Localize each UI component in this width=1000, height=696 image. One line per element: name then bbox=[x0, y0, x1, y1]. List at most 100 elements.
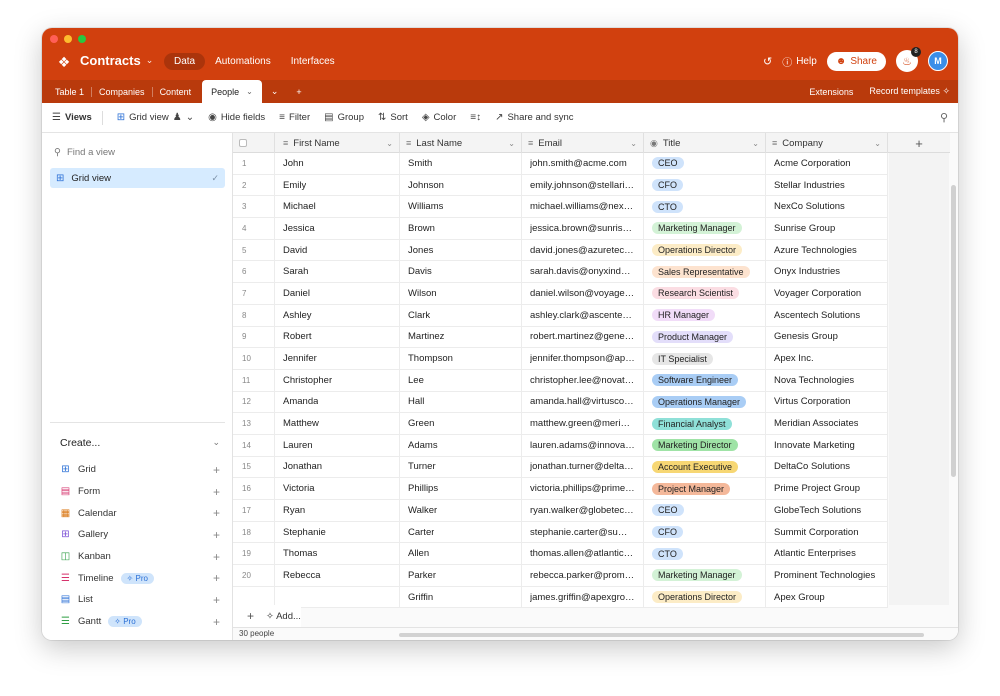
cell-email[interactable]: ryan.walker@globetech.net bbox=[522, 500, 644, 521]
table-row[interactable]: 14 Lauren Adams lauren.adams@innovatem... Ma… bbox=[233, 434, 888, 457]
add-view-icon[interactable]: + bbox=[213, 528, 220, 542]
cell-email[interactable]: jennifer.thompson@apexi... bbox=[522, 348, 644, 369]
column-header-title[interactable]: ◉ Title ⌄ bbox=[644, 133, 766, 153]
create-section-header[interactable]: Create... ⌄ bbox=[60, 437, 220, 449]
table-row[interactable]: 18 Stephanie Carter stephanie.carter@summit… bbox=[233, 521, 888, 544]
table-row[interactable]: 17 Ryan Walker ryan.walker@globetech.net CEO… bbox=[233, 500, 888, 522]
avatar[interactable]: M bbox=[928, 51, 948, 71]
cell-first-name[interactable]: John bbox=[275, 153, 400, 174]
cell-title[interactable]: CEO bbox=[644, 500, 766, 521]
cell-email[interactable]: james.griffin@apexgroup.... bbox=[522, 586, 644, 608]
maximize-window-button[interactable] bbox=[78, 35, 86, 43]
cell-email[interactable]: ashley.clark@ascentech.c... bbox=[522, 304, 644, 326]
history-icon[interactable]: ↺ bbox=[763, 55, 772, 68]
cell-last-name[interactable]: Allen bbox=[400, 543, 522, 565]
cell-email[interactable]: amanda.hall@virtuscorp.... bbox=[522, 391, 644, 413]
cell-company[interactable]: Sunrise Group bbox=[766, 218, 888, 239]
cell-company[interactable]: Voyager Corporation bbox=[766, 283, 888, 304]
table-row[interactable]: 12 Amanda Hall amanda.hall@virtuscorp.... Op… bbox=[233, 391, 888, 414]
table-row[interactable]: 15 Jonathan Turner jonathan.turner@deltaco.… bbox=[233, 456, 888, 479]
cell-company[interactable]: GlobeTech Solutions bbox=[766, 500, 888, 521]
tab-table-1[interactable]: Table 1 bbox=[48, 80, 91, 103]
table-row[interactable]: 13 Matthew Green matthew.green@meridian... F… bbox=[233, 413, 888, 435]
nav-interfaces[interactable]: Interfaces bbox=[281, 53, 345, 70]
cell-title[interactable]: CFO bbox=[644, 174, 766, 196]
cell-last-name[interactable]: Parker bbox=[400, 565, 522, 586]
cell-email[interactable]: stephanie.carter@summit... bbox=[522, 521, 644, 543]
table-row[interactable]: Griffin james.griffin@apexgroup.... Operat… bbox=[233, 586, 888, 609]
chevron-down-icon[interactable]: ⌄ bbox=[874, 139, 881, 148]
cell-title[interactable]: CFO bbox=[644, 521, 766, 543]
cell-last-name[interactable]: Brown bbox=[400, 218, 522, 239]
views-toggle[interactable]: ☰ Views bbox=[52, 112, 92, 123]
cell-last-name[interactable]: Lee bbox=[400, 369, 522, 391]
cell-first-name[interactable]: Jennifer bbox=[275, 348, 400, 369]
cell-title[interactable]: Marketing Manager bbox=[644, 218, 766, 239]
cell-email[interactable]: emily.johnson@stellarinc.... bbox=[522, 174, 644, 196]
cell-company[interactable]: Apex Inc. bbox=[766, 348, 888, 369]
tab-companies[interactable]: Companies bbox=[92, 80, 152, 103]
cell-title[interactable]: CEO bbox=[644, 153, 766, 174]
cell-company[interactable]: Virtus Corporation bbox=[766, 391, 888, 413]
column-header-last-name[interactable]: ≡ Last Name ⌄ bbox=[400, 133, 522, 153]
cell-last-name[interactable]: Green bbox=[400, 413, 522, 434]
cell-title[interactable]: Financial Analyst bbox=[644, 413, 766, 434]
add-field-button[interactable]: + bbox=[888, 133, 950, 153]
row-height-button[interactable]: ≡↕ bbox=[470, 112, 481, 123]
cell-first-name[interactable]: Ashley bbox=[275, 304, 400, 326]
cell-first-name[interactable]: Thomas bbox=[275, 543, 400, 565]
sidebar-item-grid-view[interactable]: ⊞ Grid view ✓ bbox=[50, 168, 225, 188]
cell-title[interactable]: Marketing Director bbox=[644, 434, 766, 456]
cell-first-name[interactable]: Jonathan bbox=[275, 456, 400, 478]
cell-company[interactable]: NexCo Solutions bbox=[766, 196, 888, 218]
cell-company[interactable]: Atlantic Enterprises bbox=[766, 543, 888, 565]
filter-button[interactable]: ≡ Filter bbox=[279, 112, 310, 123]
add-view-icon[interactable]: + bbox=[213, 571, 220, 585]
cell-last-name[interactable]: Walker bbox=[400, 500, 522, 521]
cell-email[interactable]: john.smith@acme.com bbox=[522, 153, 644, 174]
cell-last-name[interactable]: Martinez bbox=[400, 326, 522, 348]
add-view-icon[interactable]: + bbox=[213, 506, 220, 520]
cell-company[interactable]: Summit Corporation bbox=[766, 521, 888, 543]
cell-email[interactable]: christopher.lee@novatec... bbox=[522, 369, 644, 391]
color-button[interactable]: ◈ Color bbox=[422, 112, 456, 123]
cell-last-name[interactable]: Turner bbox=[400, 456, 522, 478]
cell-title[interactable]: Marketing Manager bbox=[644, 565, 766, 586]
base-title[interactable]: Contracts ⌄ bbox=[80, 53, 153, 68]
add-record-button[interactable]: + bbox=[247, 609, 254, 623]
cell-email[interactable]: rebecca.parker@promine... bbox=[522, 565, 644, 586]
cell-title[interactable]: HR Manager bbox=[644, 304, 766, 326]
cell-company[interactable]: Meridian Associates bbox=[766, 413, 888, 434]
cell-email[interactable]: daniel.wilson@voyagerco.... bbox=[522, 283, 644, 304]
table-row[interactable]: 10 Jennifer Thompson jennifer.thompson@apex… bbox=[233, 348, 888, 370]
table-row[interactable]: 1 John Smith john.smith@acme.com CEO Acme Cor… bbox=[233, 153, 888, 175]
cell-company[interactable]: Onyx Industries bbox=[766, 261, 888, 283]
cell-last-name[interactable]: Carter bbox=[400, 521, 522, 543]
cell-title[interactable]: CTO bbox=[644, 543, 766, 565]
cell-company[interactable]: Apex Group bbox=[766, 586, 888, 608]
table-row[interactable]: 11 Christopher Lee christopher.lee@novatec.… bbox=[233, 369, 888, 392]
cell-last-name[interactable]: Smith bbox=[400, 153, 522, 174]
cell-last-name[interactable]: Williams bbox=[400, 196, 522, 218]
cell-title[interactable]: Sales Representative bbox=[644, 261, 766, 283]
cell-last-name[interactable]: Jones bbox=[400, 239, 522, 261]
cell-company[interactable]: Genesis Group bbox=[766, 326, 888, 348]
cell-first-name[interactable]: Matthew bbox=[275, 413, 400, 434]
cell-company[interactable]: Azure Technologies bbox=[766, 239, 888, 261]
table-row[interactable]: 7 Daniel Wilson daniel.wilson@voyagerco....… bbox=[233, 283, 888, 305]
cell-title[interactable]: Account Executive bbox=[644, 456, 766, 478]
cell-last-name[interactable]: Wilson bbox=[400, 283, 522, 304]
chevron-down-icon[interactable]: ⌄ bbox=[262, 86, 288, 97]
minimize-window-button[interactable] bbox=[64, 35, 72, 43]
group-button[interactable]: ▤ Group bbox=[324, 112, 364, 123]
sort-button[interactable]: ⇅ Sort bbox=[378, 112, 408, 123]
cell-company[interactable]: Innovate Marketing bbox=[766, 434, 888, 456]
create-item-list[interactable]: ▤ List + bbox=[60, 589, 220, 611]
cell-title[interactable]: CTO bbox=[644, 196, 766, 218]
cell-first-name[interactable]: Ryan bbox=[275, 500, 400, 521]
create-item-form[interactable]: ▤ Form + bbox=[60, 481, 220, 503]
cell-company[interactable]: Nova Technologies bbox=[766, 369, 888, 391]
table-row[interactable]: 4 Jessica Brown jessica.brown@sunrisegr... M… bbox=[233, 218, 888, 240]
cell-title[interactable]: Project Manager bbox=[644, 478, 766, 499]
cell-email[interactable]: jonathan.turner@deltaco.... bbox=[522, 456, 644, 478]
